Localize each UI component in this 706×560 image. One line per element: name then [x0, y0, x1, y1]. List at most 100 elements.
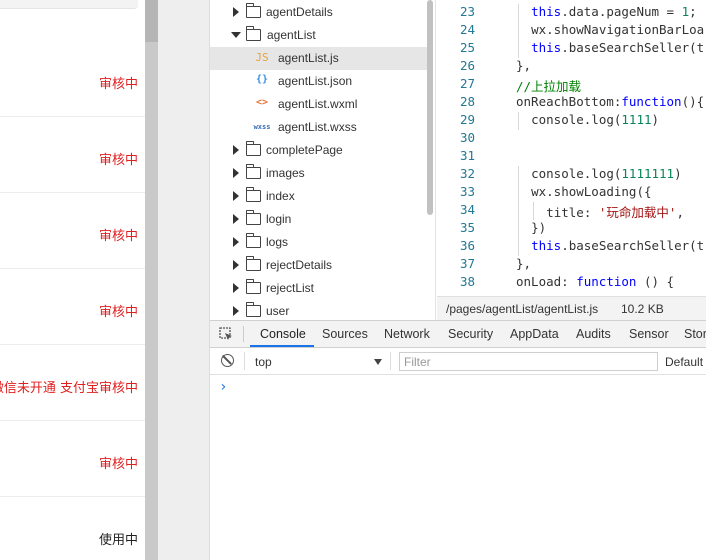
code-line[interactable]: 34 title: '玩命加载中',	[437, 202, 706, 220]
tree-item-agentlist-wxml[interactable]: <> agentList.wxml	[210, 93, 428, 116]
indent-guide	[518, 202, 519, 220]
list-item[interactable]: 审核中	[0, 269, 145, 345]
clear-console-icon[interactable]	[221, 354, 234, 367]
code-token: () {	[636, 274, 675, 289]
console-output[interactable]: ›	[210, 375, 706, 560]
tree-item-agentlist[interactable]: agentList	[210, 24, 428, 47]
simulator-gutter	[158, 0, 210, 560]
code-line[interactable]: 26},	[437, 58, 706, 76]
line-number: 26	[459, 58, 475, 73]
code-token: .data.pageNum =	[561, 4, 682, 19]
code-token: )	[674, 166, 682, 181]
code-token: '玩命加载中'	[598, 205, 677, 220]
tree-item-rejectlist[interactable]: rejectList	[210, 277, 428, 300]
chevron-right-icon[interactable]	[233, 191, 239, 201]
indent-guide	[518, 220, 519, 238]
code-token: (){	[681, 94, 705, 109]
tab-audits[interactable]: Audits	[576, 327, 611, 341]
tab-appdata[interactable]: AppData	[510, 327, 559, 341]
tree-item-agentdetails[interactable]: agentDetails	[210, 1, 428, 24]
inspect-element-icon[interactable]	[219, 327, 233, 341]
line-number: 33	[459, 184, 475, 199]
tree-item-agentlist-js[interactable]: JS agentList.js	[210, 47, 428, 70]
tab-console[interactable]: Console	[260, 327, 306, 341]
code-line[interactable]: 37},	[437, 256, 706, 274]
code-line[interactable]: 36 this.baseSearchSeller(t	[437, 238, 706, 256]
tree-item-rejectdetails[interactable]: rejectDetails	[210, 254, 428, 277]
code-text: onReachBottom:function(){	[516, 94, 704, 109]
filter-input[interactable]: Filter	[399, 352, 658, 371]
code-text: this.data.pageNum = 1;	[531, 4, 697, 19]
simulator-scrollbar-thumb[interactable]	[145, 0, 158, 42]
chevron-right-icon[interactable]	[233, 214, 239, 224]
code-token: this	[531, 238, 562, 253]
code-line[interactable]: 28 onReachBottom:function(){	[437, 94, 706, 112]
chevron-right-icon[interactable]	[233, 168, 239, 178]
code-text: wx.showNavigationBarLoa	[531, 22, 704, 37]
line-number: 27	[459, 76, 475, 91]
code-token: //上拉加载	[516, 79, 582, 94]
code-line[interactable]: 32 console.log(1111111)	[437, 166, 706, 184]
tree-item-label: rejectDetails	[266, 258, 333, 272]
chevron-down-icon[interactable]	[374, 359, 382, 365]
code-line[interactable]: 24 wx.showNavigationBarLoa	[437, 22, 706, 40]
file-tree-scrollbar[interactable]	[426, 0, 434, 320]
code-line[interactable]: 29 console.log(1111)	[437, 112, 706, 130]
tree-item-agentlist-json[interactable]: {} agentList.json	[210, 70, 428, 93]
tree-item-label: agentDetails	[266, 5, 333, 19]
list-item[interactable]: 审核中	[0, 193, 145, 269]
tab-network[interactable]: Network	[384, 327, 430, 341]
list-item[interactable]: 审核中	[0, 421, 145, 497]
list-item[interactable]: 微信未开通 支付宝审核中	[0, 345, 145, 421]
code-line[interactable]: 38 onLoad: function () {	[437, 274, 706, 292]
tree-item-completepage[interactable]: completePage	[210, 139, 428, 162]
chevron-right-icon[interactable]	[233, 260, 239, 270]
tab-stor[interactable]: Stor	[684, 327, 706, 341]
filterbar-separator	[244, 352, 245, 370]
line-number: 35	[459, 220, 475, 235]
chevron-right-icon[interactable]	[233, 283, 239, 293]
code-line[interactable]: 35})	[437, 220, 706, 238]
simulator-scrollbar[interactable]	[145, 0, 158, 560]
code-line[interactable]: 30	[437, 130, 706, 148]
code-line[interactable]: 31	[437, 148, 706, 166]
code-text: },	[516, 256, 531, 271]
chevron-right-icon[interactable]	[233, 145, 239, 155]
tabbar-separator	[243, 326, 244, 342]
folder-icon	[246, 210, 261, 225]
status-text: 审核中	[98, 305, 138, 320]
tab-sensor[interactable]: Sensor	[629, 327, 669, 341]
tree-item-login[interactable]: login	[210, 208, 428, 231]
list-item[interactable]: 审核中	[0, 41, 145, 117]
file-tree-scrollbar-thumb[interactable]	[427, 0, 433, 215]
log-levels-selector[interactable]: Default	[665, 355, 703, 369]
tree-item-logs[interactable]: logs	[210, 231, 428, 254]
context-selector[interactable]: top	[255, 355, 272, 369]
tree-item-label: agentList	[267, 28, 316, 42]
wxss-file-icon: wxss	[253, 123, 271, 131]
tab-security[interactable]: Security	[448, 327, 493, 341]
tree-item-images[interactable]: images	[210, 162, 428, 185]
code-token: },	[516, 256, 532, 271]
code-line[interactable]: 25 this.baseSearchSeller(t	[437, 40, 706, 58]
list-item[interactable]: 审核中	[0, 117, 145, 193]
tree-item-agentlist-wxss[interactable]: wxss agentList.wxss	[210, 116, 428, 139]
chevron-down-icon[interactable]	[231, 32, 241, 38]
code-token: wx.showLoading({	[531, 184, 652, 199]
code-line[interactable]: 33 wx.showLoading({	[437, 184, 706, 202]
code-line[interactable]: 23 this.data.pageNum = 1;	[437, 4, 706, 22]
code-editor[interactable]: 23 this.data.pageNum = 1; 24 wx.showNavigat…	[437, 0, 706, 296]
tab-sources[interactable]: Sources	[322, 327, 368, 341]
folder-icon	[246, 302, 261, 317]
list-item[interactable]: 使用中	[0, 497, 145, 560]
chevron-right-icon[interactable]	[233, 306, 239, 316]
code-line[interactable]: 27 //上拉加载	[437, 76, 706, 94]
chevron-right-icon[interactable]	[233, 7, 239, 17]
tree-item-label: images	[266, 166, 305, 180]
tree-item-index[interactable]: index	[210, 185, 428, 208]
tree-item-label: agentList.js	[278, 51, 339, 65]
tree-item-user[interactable]: user	[210, 300, 428, 320]
chevron-right-icon[interactable]	[233, 237, 239, 247]
folder-icon	[246, 279, 261, 294]
code-token: 1111111	[621, 166, 675, 181]
